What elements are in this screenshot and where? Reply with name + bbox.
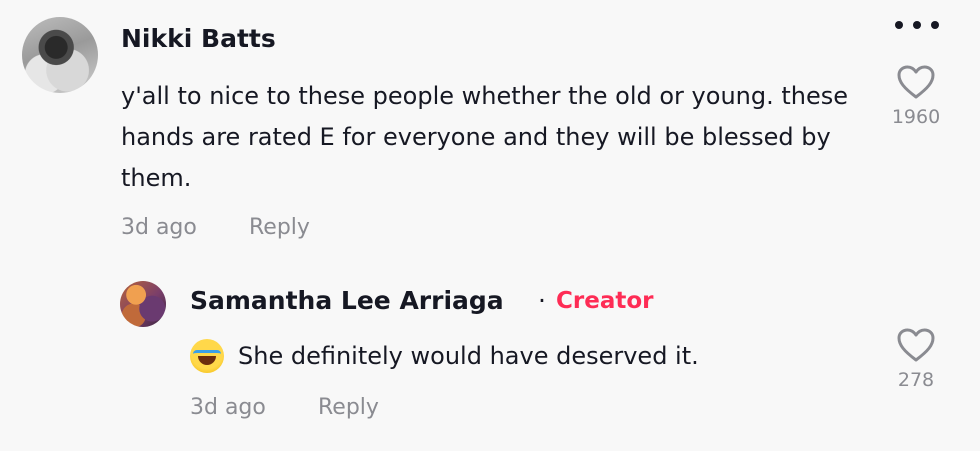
comment-text: y'all to nice to these people whether th… xyxy=(121,82,849,192)
reply-like: 278 xyxy=(881,327,951,391)
heart-icon[interactable] xyxy=(896,64,936,100)
dot xyxy=(931,21,939,29)
reply-timestamp: 3d ago xyxy=(190,395,266,420)
heart-icon[interactable] xyxy=(896,327,936,363)
like-count: 1960 xyxy=(891,106,941,128)
comment-like: 1960 xyxy=(881,64,951,128)
commenter-avatar[interactable] xyxy=(22,17,98,93)
creator-avatar[interactable] xyxy=(120,281,166,327)
reply-text: She definitely would have deserved it. xyxy=(238,342,699,370)
comment-timestamp: 3d ago xyxy=(121,215,197,240)
commenter-username[interactable]: Nikki Batts xyxy=(121,24,276,53)
separator-dot: · xyxy=(538,286,546,315)
reply-username[interactable]: Samantha Lee Arriaga xyxy=(190,286,504,315)
like-count: 278 xyxy=(897,369,935,391)
comment-reply-button[interactable]: Reply xyxy=(249,215,310,240)
dot xyxy=(913,21,921,29)
more-options-icon[interactable] xyxy=(895,15,939,35)
reply-body: She definitely would have deserved it. xyxy=(190,339,699,373)
reply-reply-button[interactable]: Reply xyxy=(318,395,379,420)
dot xyxy=(895,21,903,29)
creator-badge: Creator xyxy=(556,288,654,314)
comment-thread: Nikki Batts y'all to nice to these peopl… xyxy=(0,0,980,451)
tears-of-joy-emoji-icon xyxy=(190,339,224,373)
